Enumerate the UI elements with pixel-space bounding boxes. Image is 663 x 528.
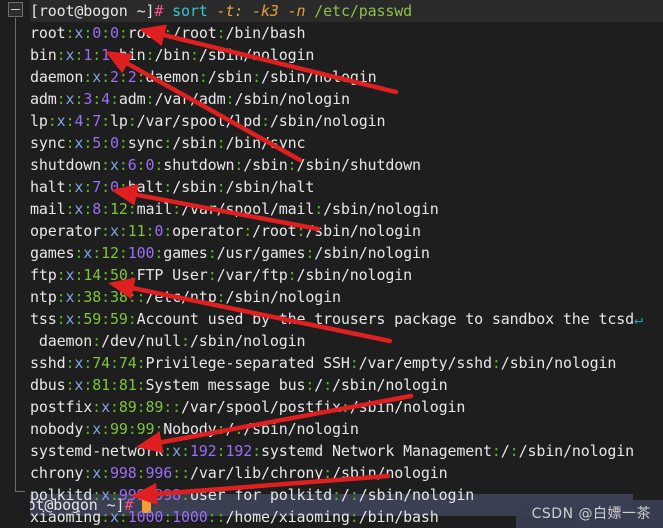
passwd-line: tss:x:59:59:Account used by the trousers…	[30, 310, 643, 328]
passwd-line: ntp:x:38:38::/etc/ntp:/sbin/nologin	[30, 288, 341, 306]
fold-range-bracket	[15, 18, 25, 492]
passwd-line: adm:x:3:4:adm:/var/adm:/sbin/nologin	[30, 90, 350, 108]
passwd-line-wrapped: daemon:/dev/null:/sbin/nologin	[30, 332, 306, 350]
passwd-line: operator:x:11:0:operator:/root:/sbin/nol…	[30, 222, 421, 240]
passwd-line: sshd:x:74:74:Privilege-separated SSH:/va…	[30, 354, 617, 372]
terminal-output: [root@bogon ~]# sort -t: -k3 -n /etc/pas…	[0, 0, 663, 528]
terminal-window: [root@bogon ~]# sort -t: -k3 -n /etc/pas…	[0, 0, 663, 528]
csdn-watermark: CSDN @白嫖一茶	[515, 500, 663, 528]
shell-prompt: [root@bogon ~]	[30, 2, 155, 20]
passwd-line: ftp:x:14:50:FTP User:/var/ftp:/sbin/nolo…	[30, 266, 412, 284]
command-option-t: -t:	[216, 2, 244, 20]
passwd-line: shutdown:x:6:0:shutdown:/sbin:/sbin/shut…	[30, 156, 421, 174]
passwd-line: daemon:x:2:2:daemon:/sbin:/sbin/nologin	[30, 68, 377, 86]
passwd-line: games:x:12:100:games:/usr/games:/sbin/no…	[30, 244, 430, 262]
command-name: sort	[172, 2, 208, 20]
passwd-line: dbus:x:81:81:System message bus:/:/sbin/…	[30, 376, 448, 394]
passwd-line: systemd-network:x:192:192:systemd Networ…	[30, 442, 635, 460]
passwd-output-list: root:x:0:0:root:/root:/bin/bash bin:x:1:1…	[30, 22, 663, 528]
passwd-line: halt:x:7:0:halt:/sbin:/sbin/halt	[30, 178, 315, 196]
passwd-line: sync:x:5:0:sync:/sbin:/bin/sync	[30, 134, 306, 152]
command-file-arg: /etc/passwd	[314, 2, 412, 20]
fold-gutter	[0, 0, 30, 528]
passwd-line: bin:x:1:1:bin:/bin:/sbin/nologin	[30, 46, 315, 64]
passwd-line: postfix:x:89:89::/var/spool/postfix:/sbi…	[30, 398, 466, 416]
passwd-line: root:x:0:0:root:/root:/bin/bash	[30, 24, 306, 42]
passwd-line: lp:x:4:7:lp:/var/spool/lpd:/sbin/nologin	[30, 112, 386, 130]
passwd-line: mail:x:8:12:mail:/var/spool/mail:/sbin/n…	[30, 200, 439, 218]
passwd-line: nobody:x:99:99:Nobody:/:/sbin/nologin	[30, 420, 359, 438]
command-option-k: -k3	[252, 2, 279, 20]
passwd-line: chrony:x:998:996::/var/lib/chrony:/sbin/…	[30, 464, 448, 482]
prompt-hash: #	[154, 2, 164, 20]
command-option-n: -n	[287, 2, 306, 20]
command-line[interactable]: [root@bogon ~]# sort -t: -k3 -n /etc/pas…	[0, 0, 663, 22]
fold-collapse-icon[interactable]	[8, 2, 23, 17]
